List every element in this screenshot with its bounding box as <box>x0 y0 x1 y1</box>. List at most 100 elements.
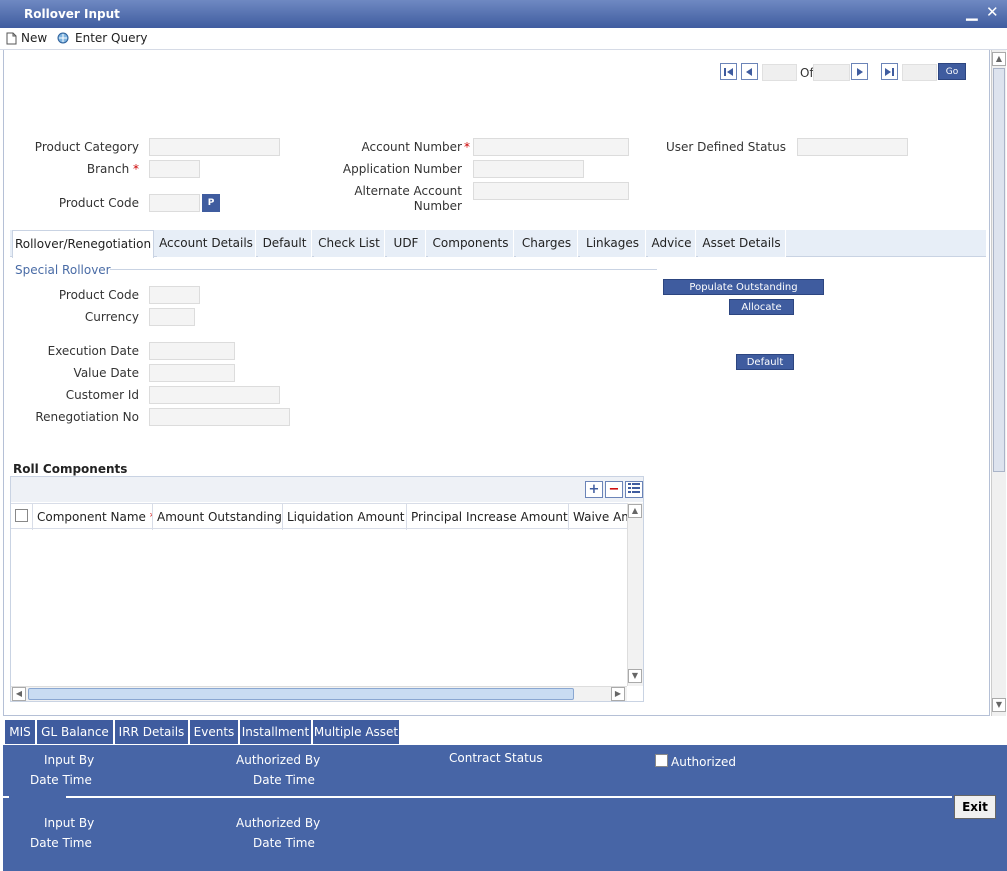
contract-status-label: Contract Status <box>449 751 543 765</box>
sr-currency-field[interactable] <box>149 308 195 326</box>
tab-events[interactable]: Events <box>190 720 239 744</box>
single-view-icon[interactable] <box>625 481 643 498</box>
allocate-button[interactable]: Allocate <box>729 299 794 315</box>
branch-field[interactable] <box>149 160 200 178</box>
grid-scroll-up-icon[interactable]: ▲ <box>628 504 642 518</box>
grid-scroll-down-icon[interactable]: ▼ <box>628 669 642 683</box>
next-icon <box>857 68 863 76</box>
account-number-label: Account Number <box>361 140 462 154</box>
product-category-label: Product Category <box>34 140 139 154</box>
populate-outstanding-button[interactable]: Populate Outstanding <box>663 279 824 295</box>
auth-date-time-label-2: Date Time <box>253 836 315 850</box>
main-vertical-scrollbar[interactable]: ▲ ▼ <box>991 50 1006 716</box>
product-category-field[interactable] <box>149 138 280 156</box>
sr-execution-date-field[interactable] <box>149 342 235 360</box>
date-time-label: Date Time <box>30 773 92 787</box>
last-record-button[interactable] <box>881 63 898 80</box>
sr-customer-id-field[interactable] <box>149 386 280 404</box>
list-icon <box>628 483 640 493</box>
tab-gl-balance[interactable]: GL Balance <box>37 720 114 744</box>
first-record-button[interactable] <box>720 63 737 80</box>
column-header-liquidation-amount[interactable]: Liquidation Amount <box>283 504 407 530</box>
grid-vertical-scrollbar[interactable]: ▲ ▼ <box>627 503 643 686</box>
delete-row-icon[interactable]: − <box>605 481 623 498</box>
required-mark: * <box>464 140 470 154</box>
exit-button[interactable]: Exit <box>954 795 996 819</box>
of-label: Of <box>800 66 814 80</box>
auth-date-time-label: Date Time <box>253 773 315 787</box>
current-record-field[interactable] <box>762 64 797 81</box>
bottom-tab-bar: MIS GL Balance IRR Details Events Instal… <box>3 718 1007 745</box>
footer-divider <box>66 796 952 798</box>
authorized-label: Authorized <box>671 755 737 769</box>
tab-linkages[interactable]: Linkages <box>580 230 646 257</box>
default-button[interactable]: Default <box>736 354 794 370</box>
previous-record-button[interactable] <box>741 63 758 80</box>
product-code-lookup-button[interactable]: P <box>202 194 220 212</box>
user-defined-status-field[interactable] <box>797 138 908 156</box>
grid-scroll-left-icon[interactable]: ◀ <box>12 687 26 701</box>
minimize-icon[interactable]: ▁ <box>966 3 978 21</box>
grid-header: Component Name * Amount Outstanding Liqu… <box>11 503 627 530</box>
tab-account-details[interactable]: Account Details <box>157 230 256 257</box>
sr-product-code-field[interactable] <box>149 286 200 304</box>
new-document-icon <box>6 32 17 44</box>
sr-execution-date-label: Execution Date <box>47 344 139 358</box>
sr-renegotiation-no-field[interactable] <box>149 408 290 426</box>
tab-check-list[interactable]: Check List <box>314 230 385 257</box>
authorized-checkbox[interactable] <box>655 754 668 767</box>
column-label: Component Name <box>37 510 146 524</box>
tab-advice[interactable]: Advice <box>648 230 696 257</box>
tab-irr-details[interactable]: IRR Details <box>115 720 189 744</box>
new-button[interactable]: New <box>6 31 47 45</box>
add-row-icon[interactable]: + <box>585 481 603 498</box>
branch-label: Branch <box>86 162 130 176</box>
close-icon[interactable]: ✕ <box>986 3 999 21</box>
grid-horizontal-scrollbar[interactable]: ◀ ▶ <box>11 686 627 701</box>
tab-default[interactable]: Default <box>258 230 312 257</box>
tab-installment[interactable]: Installment <box>240 720 312 744</box>
goto-record-field[interactable] <box>902 64 937 81</box>
application-number-field[interactable] <box>473 160 584 178</box>
alternate-account-label-line2: Number <box>413 199 462 213</box>
tab-asset-details[interactable]: Asset Details <box>698 230 786 257</box>
tab-charges[interactable]: Charges <box>516 230 578 257</box>
audit-footer: Input By Date Time Authorized By Date Ti… <box>3 745 1007 871</box>
grid-scroll-thumb[interactable] <box>28 688 574 700</box>
account-number-field[interactable] <box>473 138 629 156</box>
tab-rollover-renegotiation[interactable]: Rollover/Renegotiation <box>12 230 154 258</box>
go-button[interactable]: Go <box>938 63 966 80</box>
scroll-thumb[interactable] <box>993 68 1005 472</box>
scroll-up-icon[interactable]: ▲ <box>992 52 1006 66</box>
grid-toolbar: + − <box>11 477 643 502</box>
column-header-waive-amount[interactable]: Waive Am <box>569 504 627 530</box>
enter-query-label: Enter Query <box>75 31 148 45</box>
first-icon <box>724 68 733 76</box>
next-record-button[interactable] <box>851 63 868 80</box>
sr-currency-label: Currency <box>84 310 139 324</box>
sr-value-date-field[interactable] <box>149 364 235 382</box>
footer-divider-left <box>3 796 9 798</box>
required-mark: * <box>133 162 139 176</box>
scroll-down-icon[interactable]: ▼ <box>992 698 1006 712</box>
enter-query-button[interactable]: Enter Query <box>56 31 148 45</box>
roll-components-title: Roll Components <box>13 462 128 476</box>
previous-icon <box>746 68 752 76</box>
date-time-label-2: Date Time <box>30 836 92 850</box>
tab-components[interactable]: Components <box>428 230 514 257</box>
grid-scroll-right-icon[interactable]: ▶ <box>611 687 625 701</box>
product-code-label: Product Code <box>58 196 139 210</box>
column-header-component-name[interactable]: Component Name * <box>33 504 153 530</box>
tab-udf[interactable]: UDF <box>387 230 426 257</box>
toolbar: New Enter Query <box>0 28 1007 50</box>
column-header-principal-increase-amount[interactable]: Principal Increase Amount <box>407 504 569 530</box>
special-rollover-title: Special Rollover <box>15 263 111 277</box>
select-all-checkbox[interactable] <box>15 509 28 522</box>
input-by-label: Input By <box>44 753 95 767</box>
tab-multiple-asset[interactable]: Multiple Asset <box>313 720 400 744</box>
column-header-amount-outstanding[interactable]: Amount Outstanding <box>153 504 283 530</box>
tab-mis[interactable]: MIS <box>5 720 36 744</box>
alternate-account-number-field[interactable] <box>473 182 629 200</box>
product-code-field[interactable] <box>149 194 200 212</box>
input-by-label-2: Input By <box>44 816 95 830</box>
